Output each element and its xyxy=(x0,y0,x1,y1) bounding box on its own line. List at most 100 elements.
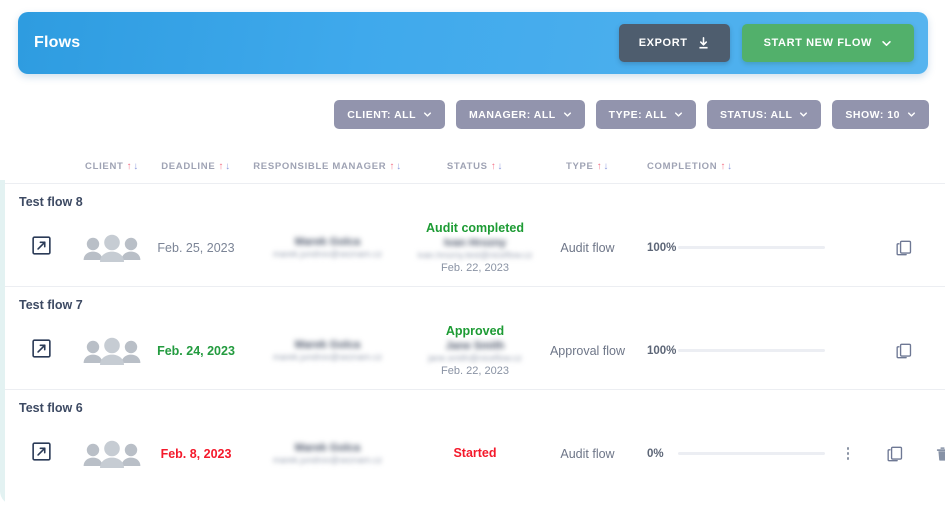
column-header-deadline[interactable]: DEADLINE ↑ ↓ xyxy=(147,161,245,172)
type-cell: Audit flow xyxy=(540,241,635,255)
filter-type[interactable]: TYPE: ALL xyxy=(595,100,697,129)
column-header-completion-label: COMPLETION xyxy=(647,161,718,172)
flows-page: Flows EXPORT START NEW FLOW CLIENT: ALL … xyxy=(0,0,945,505)
status-person-name: Ivan Hrozny xyxy=(443,237,507,249)
status-badge: Audit completed xyxy=(426,221,524,235)
open-flow-cell xyxy=(5,441,77,466)
responsible-manager-cell: Marek Golca marek.jundrov@seznam.cz xyxy=(245,442,410,465)
status-badge: Started xyxy=(453,446,497,460)
chevron-down-icon xyxy=(563,110,572,119)
deadline-cell: Feb. 25, 2023 xyxy=(147,241,245,255)
sort-arrows-icon[interactable]: ↑ ↓ xyxy=(389,161,401,172)
completion-progress-bar xyxy=(677,452,825,455)
filter-manager-label: MANAGER: ALL xyxy=(468,108,556,121)
chevron-down-icon xyxy=(674,110,683,119)
sort-arrows-icon[interactable]: ↑ ↓ xyxy=(597,161,609,172)
client-avatars-cell xyxy=(77,439,147,469)
table-row[interactable]: Test flow 8 Feb. 25, 2023 Marek Golca ma… xyxy=(0,183,945,286)
responsible-manager-cell: Marek Golca marek.jundrov@seznam.cz xyxy=(245,339,410,362)
status-cell: Audit completed Ivan Hrozny ivan.hrozny.… xyxy=(410,221,540,274)
status-date: Feb. 22, 2023 xyxy=(441,262,509,274)
deadline-value: Feb. 8, 2023 xyxy=(160,446,232,461)
sort-arrows-icon[interactable]: ↑ ↓ xyxy=(218,161,230,172)
sort-arrows-icon[interactable]: ↑ ↓ xyxy=(491,161,503,172)
manager-email: marek.jundrov@seznam.cz xyxy=(272,249,383,259)
start-new-flow-button[interactable]: START NEW FLOW xyxy=(741,24,914,62)
export-button[interactable]: EXPORT xyxy=(618,24,730,62)
filter-client-label: CLIENT: ALL xyxy=(347,108,416,121)
export-button-label: EXPORT xyxy=(638,37,688,49)
deadline-value: Feb. 24, 2023 xyxy=(157,343,235,358)
column-header-type-label: TYPE xyxy=(565,161,594,172)
type-cell: Approval flow xyxy=(540,344,635,358)
table-row-body: Feb. 8, 2023 Marek Golca marek.jundrov@s… xyxy=(5,415,945,492)
filter-bar: CLIENT: ALL MANAGER: ALL TYPE: ALL STATU… xyxy=(334,100,929,129)
flows-table: CLIENT ↑ ↓ DEADLINE ↑ ↓ RESPONSIBLE MANAGE… xyxy=(0,150,945,492)
column-header-responsible-manager-label: RESPONSIBLE MANAGER xyxy=(253,161,387,172)
column-header-type[interactable]: TYPE ↑ ↓ xyxy=(540,161,635,172)
manager-name: Marek Golca xyxy=(294,339,361,351)
copy-icon[interactable] xyxy=(872,445,918,463)
status-badge: Approved xyxy=(445,324,505,338)
manager-email: marek.jundrov@seznam.cz xyxy=(272,352,383,362)
trash-icon[interactable] xyxy=(919,445,945,463)
filter-show-count[interactable]: SHOW: 10 xyxy=(832,100,929,129)
completion-cell: 100% xyxy=(635,345,825,357)
type-value: Audit flow xyxy=(560,446,615,461)
completion-cell: 100% xyxy=(635,242,825,254)
filter-manager[interactable]: MANAGER: ALL xyxy=(455,100,585,129)
status-person-email: jane.smith@niceflow.cz xyxy=(428,353,522,363)
status-cell: Started xyxy=(410,446,540,461)
deadline-cell: Feb. 24, 2023 xyxy=(147,344,245,358)
row-actions-cell xyxy=(825,342,945,360)
manager-name: Marek Golca xyxy=(294,442,361,454)
sort-arrows-icon[interactable]: ↑ ↓ xyxy=(127,161,139,172)
column-header-status[interactable]: STATUS ↑ ↓ xyxy=(410,161,540,172)
table-row[interactable]: Test flow 7 Feb. 24, 2023 Marek Golca ma… xyxy=(0,286,945,389)
table-row-body: Feb. 25, 2023 Marek Golca marek.jundrov@… xyxy=(5,209,945,286)
row-title: Test flow 6 xyxy=(19,401,83,415)
chevron-down-icon xyxy=(907,110,916,119)
external-link-icon[interactable] xyxy=(31,338,51,363)
deadline-value: Feb. 25, 2023 xyxy=(157,240,235,255)
completion-percent: 0% xyxy=(647,447,664,460)
filter-client[interactable]: CLIENT: ALL xyxy=(334,100,445,129)
filter-status-label: STATUS: ALL xyxy=(720,108,793,121)
row-actions-cell xyxy=(825,239,945,257)
column-header-responsible-manager[interactable]: RESPONSIBLE MANAGER ↑ ↓ xyxy=(245,161,410,172)
responsible-manager-cell: Marek Golca marek.jundrov@seznam.cz xyxy=(245,236,410,259)
column-header-client-label: CLIENT xyxy=(85,161,124,172)
download-icon xyxy=(697,36,710,50)
status-person-name: Jane Smith xyxy=(445,340,505,352)
completion-percent: 100% xyxy=(647,344,677,357)
table-row-body: Feb. 24, 2023 Marek Golca marek.jundrov@… xyxy=(5,312,945,389)
external-link-icon[interactable] xyxy=(31,441,51,466)
column-header-completion[interactable]: COMPLETION ↑ ↓ xyxy=(635,161,825,172)
more-vertical-icon[interactable] xyxy=(825,447,871,460)
completion-progress-bar xyxy=(677,349,825,352)
completion-percent: 100% xyxy=(647,241,677,254)
completion-progress-bar xyxy=(677,246,825,249)
column-header-client[interactable]: CLIENT ↑ ↓ xyxy=(77,161,147,172)
column-header-status-label: STATUS xyxy=(446,161,488,172)
deadline-cell: Feb. 8, 2023 xyxy=(147,447,245,461)
avatar-group-icon xyxy=(81,233,143,263)
table-row[interactable]: Test flow 6 Feb. 8, 2023 Marek Golca mar… xyxy=(0,389,945,492)
copy-icon[interactable] xyxy=(881,239,927,257)
manager-name: Marek Golca xyxy=(294,236,361,248)
table-column-headers: CLIENT ↑ ↓ DEADLINE ↑ ↓ RESPONSIBLE MANAGE… xyxy=(0,150,945,183)
row-actions-cell xyxy=(825,445,945,463)
open-flow-cell xyxy=(5,235,77,260)
client-avatars-cell xyxy=(77,233,147,263)
external-link-icon[interactable] xyxy=(31,235,51,260)
header-actions: EXPORT START NEW FLOW xyxy=(618,24,914,62)
filter-status[interactable]: STATUS: ALL xyxy=(707,100,822,129)
sort-arrows-icon[interactable]: ↑ ↓ xyxy=(720,161,732,172)
open-flow-cell xyxy=(5,338,77,363)
type-value: Audit flow xyxy=(560,240,615,255)
copy-icon[interactable] xyxy=(881,342,927,360)
completion-cell: 0% xyxy=(635,448,825,460)
chevron-down-icon xyxy=(881,38,892,49)
page-title: Flows xyxy=(34,34,81,51)
avatar-group-icon xyxy=(81,336,143,366)
